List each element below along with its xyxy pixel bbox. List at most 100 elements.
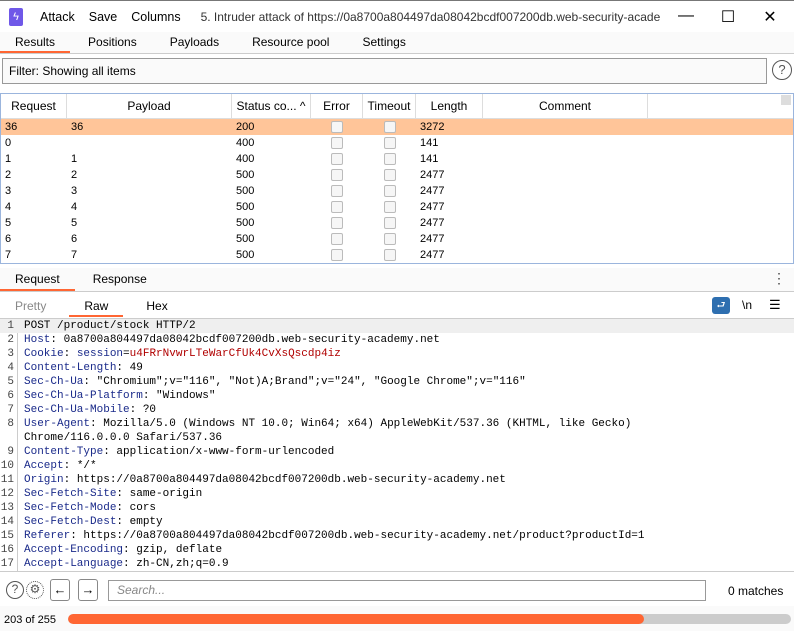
- error-checkbox: [311, 167, 363, 183]
- tab-response[interactable]: Response: [78, 268, 162, 291]
- hamburger-menu-icon[interactable]: ☰: [769, 297, 781, 313]
- error-checkbox: [311, 231, 363, 247]
- header-value: Mozilla/5.0 (Windows NT 10.0; Win64; x64…: [103, 418, 632, 430]
- help-icon[interactable]: ?: [6, 581, 24, 599]
- header-name: Sec-Fetch-Dest: [24, 516, 117, 528]
- header-name: Referer: [24, 530, 71, 542]
- line-number: 1: [7, 320, 14, 332]
- line-number: 6: [7, 390, 14, 402]
- cell-payload: [67, 135, 232, 151]
- request-line: Chrome/116.0.0.0 Safari/537.36: [0, 431, 794, 445]
- col-status[interactable]: Status co... ^: [232, 94, 311, 118]
- request-line: 1 POST /product/stock HTTP/2: [0, 319, 794, 333]
- show-newlines-button[interactable]: \n: [742, 298, 752, 312]
- cell-length: 141: [420, 153, 439, 165]
- error-checkbox: [311, 215, 363, 231]
- request-editor[interactable]: 1 POST /product/stock HTTP/2 2 Host: 0a8700…: [0, 318, 794, 572]
- cell-length: 2477: [420, 201, 445, 213]
- cell-request: 5: [5, 217, 12, 229]
- previous-button[interactable]: ←: [50, 579, 70, 601]
- col-timeout[interactable]: Timeout: [363, 94, 416, 118]
- results-table: Request Payload Status co... ^ Error Tim…: [0, 93, 794, 264]
- scrollbar[interactable]: [781, 95, 791, 105]
- tab-hex[interactable]: Hex: [131, 296, 182, 317]
- cell-request: 2: [5, 169, 12, 181]
- error-checkbox: [311, 247, 363, 263]
- cell-length: 3272: [420, 121, 445, 133]
- tab-request[interactable]: Request: [0, 268, 75, 291]
- cell-payload: 1: [71, 153, 78, 165]
- search-input[interactable]: Search...: [108, 580, 706, 601]
- header-name: Content-Type: [24, 446, 104, 458]
- timeout-checkbox: [363, 151, 416, 167]
- menu-save[interactable]: Save: [89, 10, 118, 24]
- menu-attack[interactable]: Attack: [40, 10, 75, 24]
- tab-results[interactable]: Results: [0, 32, 71, 53]
- col-error[interactable]: Error: [311, 94, 363, 118]
- filter-bar[interactable]: Filter: Showing all items: [2, 58, 767, 84]
- cell-length: 2477: [420, 185, 445, 197]
- table-row[interactable]: 4 4 500 2477: [1, 199, 793, 215]
- request-line: 4 Content-Length: 49: [0, 361, 794, 375]
- gear-icon[interactable]: ⚙: [26, 581, 44, 599]
- cell-comment: [483, 247, 648, 263]
- table-row[interactable]: 3 3 500 2477: [1, 183, 793, 199]
- line-number: 7: [7, 404, 14, 416]
- table-row[interactable]: 2 2 500 2477: [1, 167, 793, 183]
- tab-positions[interactable]: Positions: [73, 32, 152, 53]
- cell-request: 1: [5, 153, 12, 165]
- cell-payload: 2: [71, 169, 78, 181]
- help-icon[interactable]: ?: [772, 60, 792, 80]
- view-tabs: Pretty Raw Hex: [0, 296, 794, 317]
- col-payload[interactable]: Payload: [67, 94, 232, 118]
- table-row[interactable]: 6 6 500 2477: [1, 231, 793, 247]
- word-wrap-icon[interactable]: ⮐: [712, 297, 730, 314]
- cell-length: 2477: [420, 169, 445, 181]
- tab-settings[interactable]: Settings: [347, 32, 420, 53]
- line-number: 11: [0, 474, 14, 486]
- header-name: Host: [24, 334, 51, 346]
- cell-payload: 7: [71, 249, 78, 261]
- cell-payload: 6: [71, 233, 78, 245]
- header-value: empty: [129, 516, 163, 528]
- header-name: User-Agent: [24, 418, 91, 430]
- tab-payloads[interactable]: Payloads: [155, 32, 234, 53]
- header-value: "Windows": [156, 390, 216, 402]
- cell-comment: [483, 167, 648, 183]
- cell-comment: [483, 199, 648, 215]
- attack-menu: Attack Save Columns: [40, 10, 181, 24]
- col-length[interactable]: Length: [416, 94, 483, 118]
- request-line: 9 Content-Type: application/x-www-form-ur…: [0, 445, 794, 459]
- request-line: 12 Sec-Fetch-Site: same-origin: [0, 488, 203, 500]
- progress-fill: [68, 614, 644, 624]
- header-value: same-origin: [129, 488, 203, 500]
- table-row[interactable]: 5 5 500 2477: [1, 215, 793, 231]
- more-options-icon[interactable]: ⋮: [772, 270, 786, 287]
- table-row[interactable]: 0 400 141: [1, 135, 793, 151]
- menu-columns[interactable]: Columns: [131, 10, 180, 24]
- request-line: 10 Accept: */*: [0, 460, 97, 472]
- header-name: Sec-Ch-Ua-Mobile: [24, 404, 130, 416]
- header-value: ?0: [142, 404, 157, 416]
- header-name: Cookie: [24, 348, 64, 360]
- col-comment[interactable]: Comment: [483, 94, 648, 118]
- request-line: 6 Sec-Ch-Ua-Platform: "Windows": [0, 389, 794, 403]
- close-button[interactable]: ✕: [760, 7, 780, 27]
- header-value: Chrome/116.0.0.0 Safari/537.36: [24, 432, 223, 444]
- maximize-button[interactable]: ☐: [718, 7, 738, 27]
- request-line: 5 Sec-Ch-Ua: "Chromium";v="116", "Not)A;B…: [0, 375, 794, 389]
- tab-raw[interactable]: Raw: [69, 296, 124, 317]
- col-request[interactable]: Request: [1, 94, 67, 118]
- match-count: 0 matches: [728, 584, 784, 598]
- tab-resource-pool[interactable]: Resource pool: [237, 32, 344, 53]
- next-button[interactable]: →: [78, 579, 98, 601]
- tab-pretty[interactable]: Pretty: [0, 296, 61, 317]
- cell-comment: [483, 119, 648, 135]
- line-number: 3: [7, 348, 14, 360]
- table-row[interactable]: 36 36 200 3272: [1, 119, 793, 135]
- minimize-button[interactable]: —: [676, 7, 696, 25]
- line-number: 4: [7, 362, 14, 374]
- table-row[interactable]: 7 7 500 2477: [1, 247, 793, 263]
- table-row[interactable]: 1 1 400 141: [1, 151, 793, 167]
- header-value: gzip, deflate: [136, 544, 223, 556]
